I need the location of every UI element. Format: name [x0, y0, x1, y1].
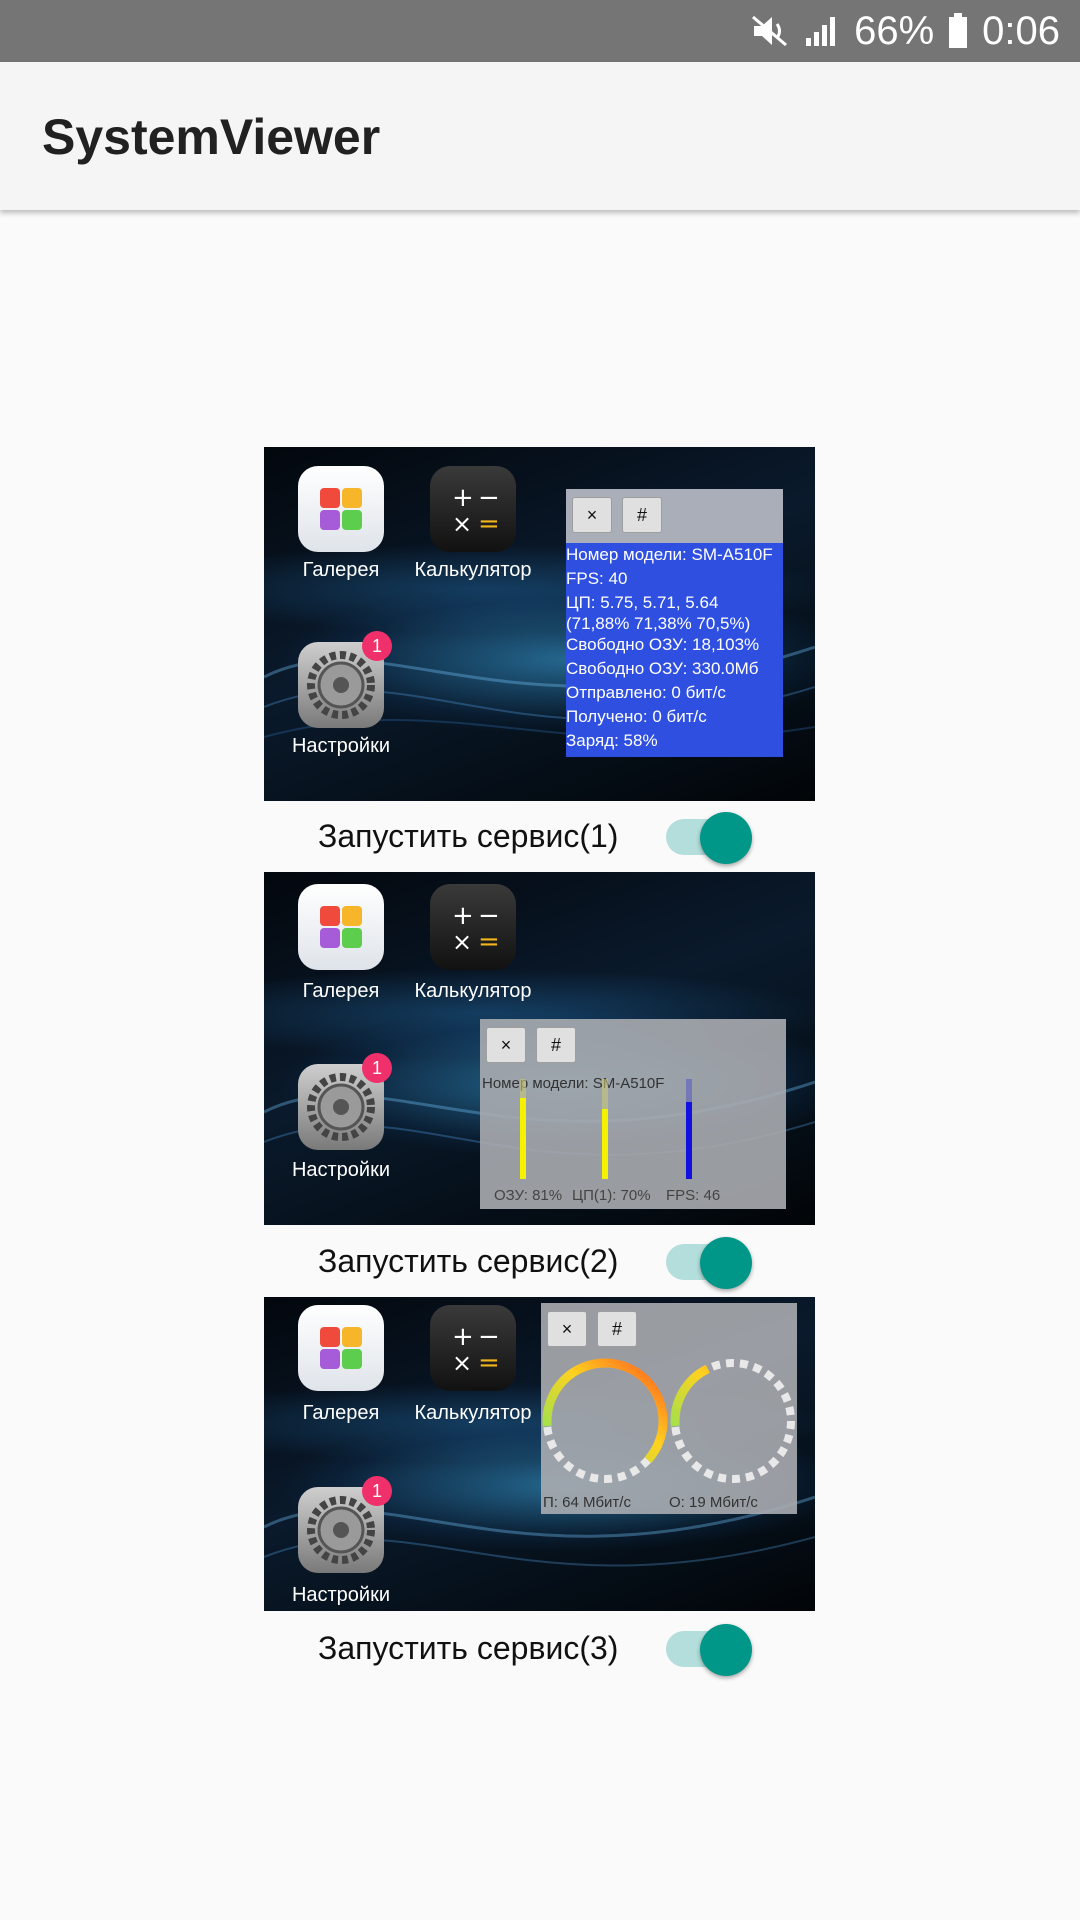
- service-3-label: Запустить сервис(3): [318, 1630, 619, 1666]
- service-2-toggle[interactable]: [664, 1227, 754, 1297]
- gallery-label: Галерея: [302, 980, 380, 1002]
- service-2-preview: Галерея + − × = Калькулятор 1 Настройки …: [264, 872, 815, 1225]
- level-bar-label: ОЗУ: 81%: [494, 1187, 563, 1204]
- overlay-hash-button[interactable]: #: [536, 1027, 576, 1063]
- upload-gauge-arc: [542, 1358, 668, 1484]
- svg-text:=: =: [478, 927, 500, 957]
- level-bar-fill: [686, 1102, 692, 1179]
- gallery-icon[interactable]: [298, 466, 384, 552]
- overlay-hash-button[interactable]: #: [622, 497, 662, 533]
- battery-percent: 66%: [854, 8, 935, 53]
- calculator-icon[interactable]: + − × =: [430, 466, 516, 552]
- signal-icon: [804, 14, 840, 48]
- overlay-stat-line: ЦП: 5.75, 5.71, 5.64: [566, 593, 719, 612]
- notification-badge: 1: [362, 631, 392, 661]
- calculator-label: Калькулятор: [414, 1402, 532, 1424]
- network-gauges: [542, 1358, 796, 1484]
- overlay-close-button[interactable]: ×: [572, 497, 612, 533]
- level-bar-track: [520, 1079, 526, 1179]
- svg-text:+: +: [452, 1322, 474, 1352]
- calculator-icon[interactable]: + − × =: [430, 884, 516, 970]
- svg-text:=: =: [478, 509, 500, 539]
- gallery-label: Галерея: [302, 1402, 380, 1424]
- battery-icon: [948, 13, 968, 49]
- overlay-stats-list: Номер модели: SM-A510F FPS: 40 ЦП: 5.75,…: [566, 543, 783, 753]
- overlay-stat-line: FPS: 40: [566, 569, 628, 588]
- level-bar-label: ЦП(1): 70%: [572, 1187, 651, 1204]
- overlay-close-button[interactable]: ×: [486, 1027, 526, 1063]
- overlay-model-text: Номер модели: SM-A510F: [482, 1075, 665, 1092]
- settings-label: Настройки: [291, 1584, 391, 1606]
- toggle-thumb: [700, 1237, 752, 1289]
- overlay-hash-button[interactable]: #: [597, 1311, 637, 1347]
- service-2-label: Запустить сервис(2): [318, 1243, 619, 1279]
- level-bar-track: [602, 1079, 608, 1179]
- service-3-toggle[interactable]: [664, 1614, 754, 1684]
- notification-badge: 1: [362, 1053, 392, 1083]
- overlay-stat-line: Заряд: 58%: [566, 731, 658, 750]
- toggle-thumb: [700, 1624, 752, 1676]
- overlay-stat-line: Получено: 0 бит/с: [566, 707, 707, 726]
- overlay-window-text[interactable]: × # Номер модели: SM-A510F FPS: 40 ЦП: 5…: [566, 489, 783, 757]
- service-1-preview: Галерея + − × = Калькулятор 1 Настройки …: [264, 447, 815, 801]
- gallery-icon[interactable]: [298, 884, 384, 970]
- overlay-close-button[interactable]: ×: [547, 1311, 587, 1347]
- gallery-label: Галерея: [302, 559, 380, 581]
- svg-text:=: =: [478, 1348, 500, 1378]
- overlay-window-rings[interactable]: × # П: 64 Мбит/с О: 19 Мбит/с: [541, 1303, 797, 1514]
- status-icons: 66% 0:06: [750, 0, 1060, 62]
- download-gauge-arc: [670, 1358, 796, 1484]
- calculator-icon[interactable]: + − × =: [430, 1305, 516, 1391]
- notification-badge: 1: [362, 1476, 392, 1506]
- clock: 0:06: [982, 8, 1060, 53]
- level-bar-fill: [602, 1109, 608, 1179]
- toggle-thumb: [700, 812, 752, 864]
- svg-text:+: +: [452, 483, 474, 513]
- overlay-stat-line: Отправлено: 0 бит/с: [566, 683, 726, 702]
- level-bar-fill: [520, 1098, 526, 1179]
- svg-text:+: +: [452, 901, 474, 931]
- overlay-stat-line: Свободно ОЗУ: 330.0Мб: [566, 659, 759, 678]
- settings-label: Настройки: [291, 735, 391, 757]
- upload-speed-label: П: 64 Мбит/с: [543, 1494, 631, 1511]
- svg-text:×: ×: [452, 1349, 472, 1377]
- status-bar: 66% 0:06: [0, 0, 1080, 62]
- page-title: SystemViewer: [42, 109, 381, 165]
- download-speed-label: О: 19 Мбит/с: [669, 1494, 758, 1511]
- mute-icon: [750, 14, 790, 48]
- service-3-preview: Галерея + − × = Калькулятор 1 Настройки …: [264, 1297, 815, 1611]
- gallery-icon[interactable]: [298, 1305, 384, 1391]
- overlay-stat-line: Свободно ОЗУ: 18,103%: [566, 635, 760, 654]
- calculator-label: Калькулятор: [414, 559, 532, 581]
- svg-text:×: ×: [452, 928, 472, 956]
- service-1-toggle[interactable]: [664, 802, 754, 872]
- app-bar: SystemViewer: [0, 62, 1080, 210]
- overlay-stat-line: (71,88% 71,38% 70,5%): [566, 614, 751, 633]
- level-bar-label: FPS: 46: [666, 1187, 721, 1204]
- overlay-window-bars[interactable]: × # Номер модели: SM-A510F ОЗУ: 81% ЦП(1)…: [480, 1019, 786, 1209]
- settings-label: Настройки: [291, 1159, 391, 1181]
- calculator-label: Калькулятор: [414, 980, 532, 1002]
- service-1-label: Запустить сервис(1): [318, 818, 619, 854]
- overlay-stat-line: Номер модели: SM-A510F: [566, 545, 773, 564]
- svg-text:×: ×: [452, 510, 472, 538]
- level-bar-track: [686, 1079, 692, 1179]
